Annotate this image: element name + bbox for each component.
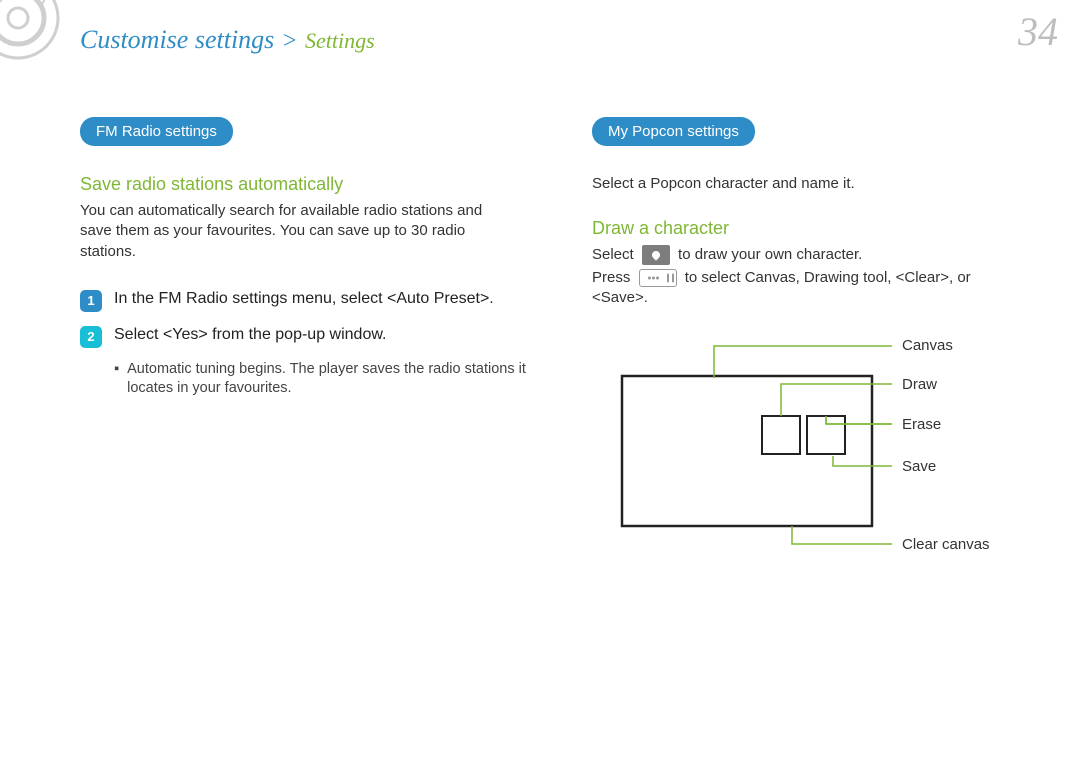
menu-button-icon [639, 269, 677, 287]
select-before: Select [592, 246, 634, 263]
step-1-badge: 1 [80, 290, 102, 312]
select-after: to draw your own character. [678, 246, 862, 263]
page-number: 34 [1018, 8, 1058, 55]
my-popcon-settings-pill: My Popcon settings [592, 117, 755, 146]
label-erase: Erase [902, 416, 941, 433]
step-1-text: In the FM Radio settings menu, select <A… [114, 288, 494, 310]
corner-decoration-icon [0, 0, 80, 80]
label-save: Save [902, 458, 936, 475]
canvas-diagram-svg [592, 336, 1012, 566]
draw-tool-icon [642, 245, 670, 265]
draw-press-line: Press to select Canvas, Drawing tool, <C… [592, 268, 1012, 309]
save-stations-heading: Save radio stations automatically [80, 174, 538, 195]
bullet-icon: ▪ [114, 360, 119, 399]
left-column: FM Radio settings Save radio stations au… [80, 117, 538, 566]
step-2: 2 Select <Yes> from the pop-up window. [80, 324, 538, 348]
step-2-note-text: Automatic tuning begins. The player save… [127, 360, 538, 399]
fm-radio-settings-pill: FM Radio settings [80, 117, 233, 146]
breadcrumb: Customise settings > Settings [80, 24, 1050, 55]
step-1: 1 In the FM Radio settings menu, select … [80, 288, 538, 312]
draw-character-heading: Draw a character [592, 218, 1050, 239]
breadcrumb-sub: Settings [305, 28, 375, 53]
canvas-diagram: Canvas Draw Erase Save Clear canvas [592, 336, 1050, 566]
label-clear-canvas: Clear canvas [902, 536, 990, 553]
breadcrumb-separator: > [282, 28, 298, 54]
popcon-intro: Select a Popcon character and name it. [592, 174, 1012, 194]
step-2-text: Select <Yes> from the pop-up window. [114, 324, 386, 346]
save-stations-body: You can automatically search for availab… [80, 201, 500, 262]
right-column: My Popcon settings Select a Popcon chara… [592, 117, 1050, 566]
press-before: Press [592, 269, 630, 286]
step-2-note: ▪ Automatic tuning begins. The player sa… [114, 360, 538, 399]
label-draw: Draw [902, 376, 937, 393]
step-2-badge: 2 [80, 326, 102, 348]
draw-select-line: Select to draw your own character. [592, 245, 1012, 265]
breadcrumb-main: Customise settings [80, 25, 274, 54]
label-canvas: Canvas [902, 337, 953, 354]
